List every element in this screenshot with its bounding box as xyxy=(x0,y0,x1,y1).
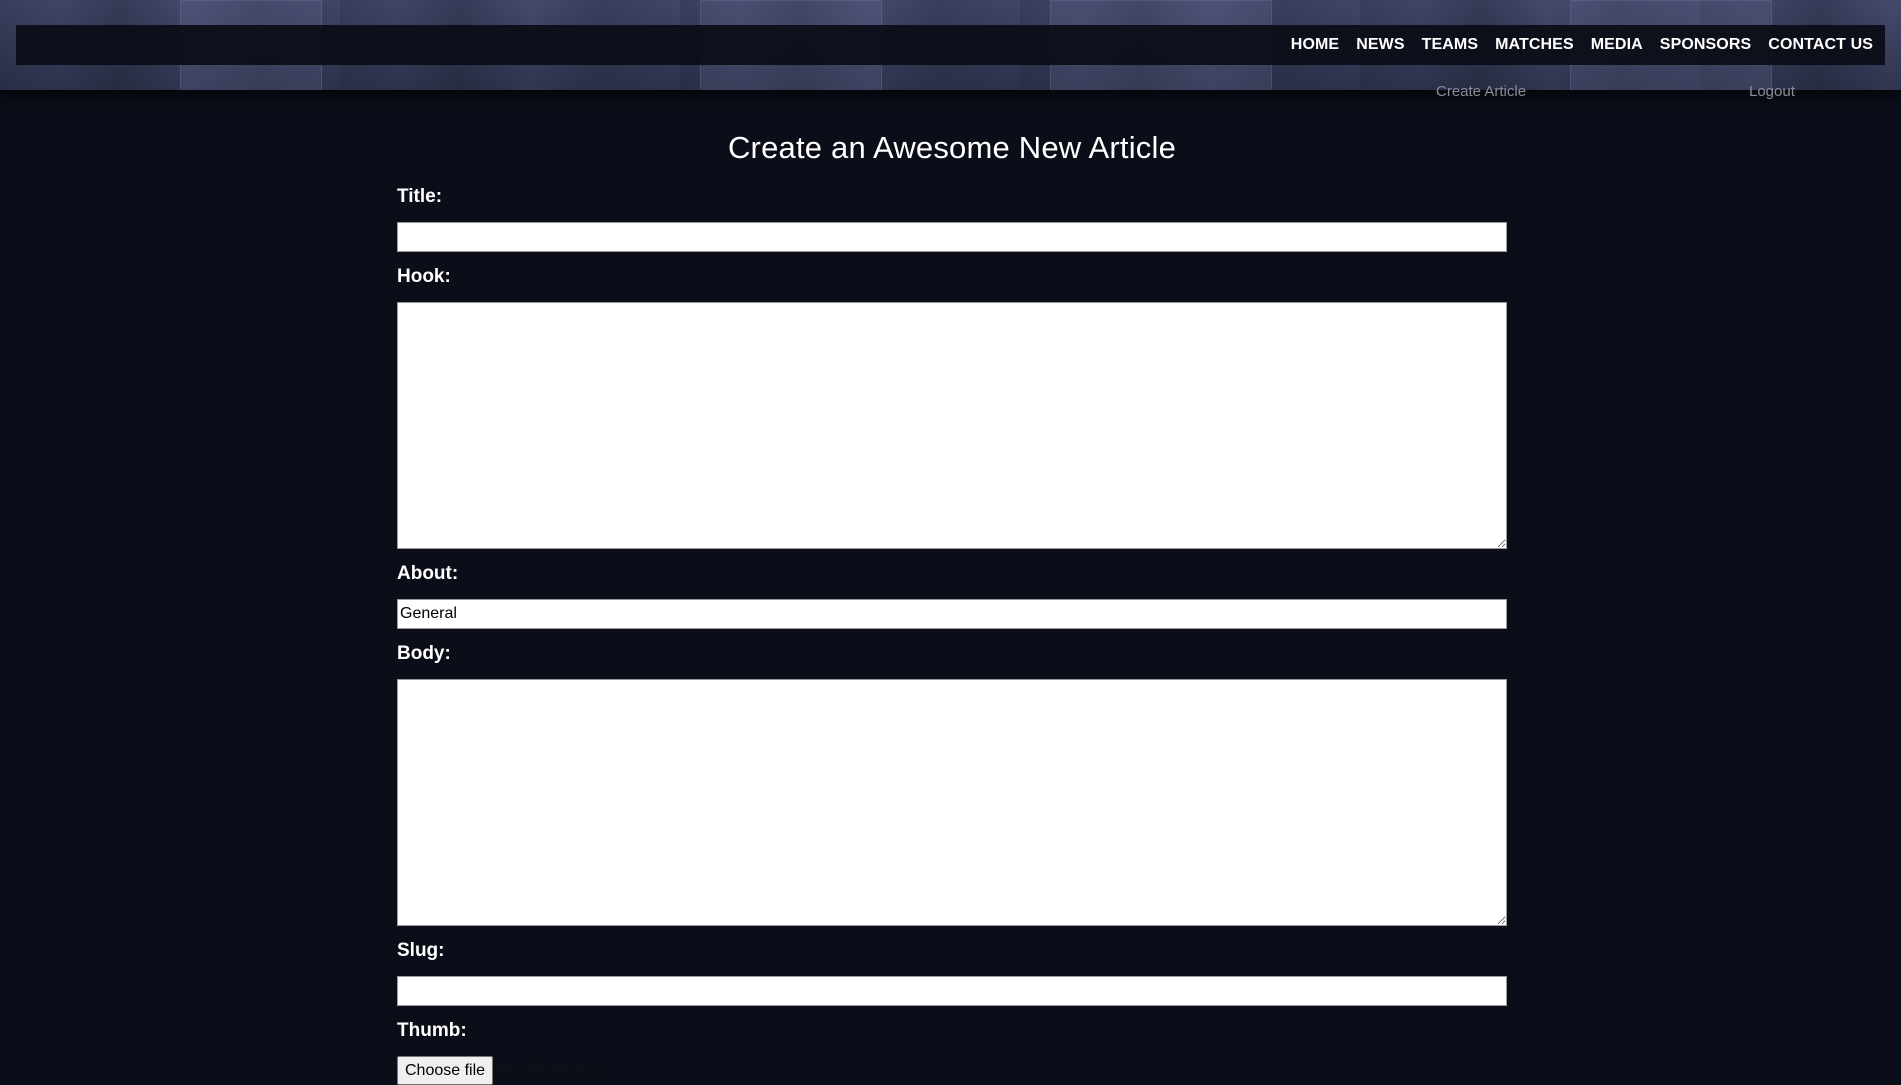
file-status: No file chosen xyxy=(498,1061,600,1079)
title-input[interactable] xyxy=(397,222,1507,252)
about-label: About: xyxy=(397,563,459,584)
title-label: Title: xyxy=(397,186,443,207)
nav-contact-us[interactable]: CONTACT US xyxy=(1768,36,1873,54)
page-title: Create an Awesome New Article xyxy=(727,130,1177,165)
thumb-label: Thumb: xyxy=(397,1020,467,1041)
hook-textarea[interactable] xyxy=(397,302,1507,549)
about-input[interactable] xyxy=(397,599,1507,629)
nav-home[interactable]: HOME xyxy=(1291,36,1339,54)
slug-input[interactable] xyxy=(397,976,1507,1006)
main-navbar: HOME NEWS TEAMS MATCHES MEDIA SPONSORS C… xyxy=(16,25,1885,65)
create-article-link[interactable]: Create Article xyxy=(1436,83,1526,100)
nav-matches[interactable]: MATCHES xyxy=(1495,36,1574,54)
logout-link[interactable]: Logout xyxy=(1749,83,1795,100)
nav-news[interactable]: NEWS xyxy=(1356,36,1404,54)
slug-label: Slug: xyxy=(397,940,445,961)
body-textarea[interactable] xyxy=(397,679,1507,926)
nav-media[interactable]: MEDIA xyxy=(1591,36,1643,54)
header-banner: HOME NEWS TEAMS MATCHES MEDIA SPONSORS C… xyxy=(0,0,1901,90)
choose-file-button[interactable]: Choose file xyxy=(397,1056,494,1085)
body-label: Body: xyxy=(397,643,451,664)
thumb-file-picker: Choose file No file chosen xyxy=(397,1056,1507,1085)
article-form: Create an Awesome New Article Title: Hoo… xyxy=(397,118,1507,1085)
nav-sponsors[interactable]: SPONSORS xyxy=(1660,36,1752,54)
nav-teams[interactable]: TEAMS xyxy=(1422,36,1479,54)
hook-label: Hook: xyxy=(397,266,451,287)
